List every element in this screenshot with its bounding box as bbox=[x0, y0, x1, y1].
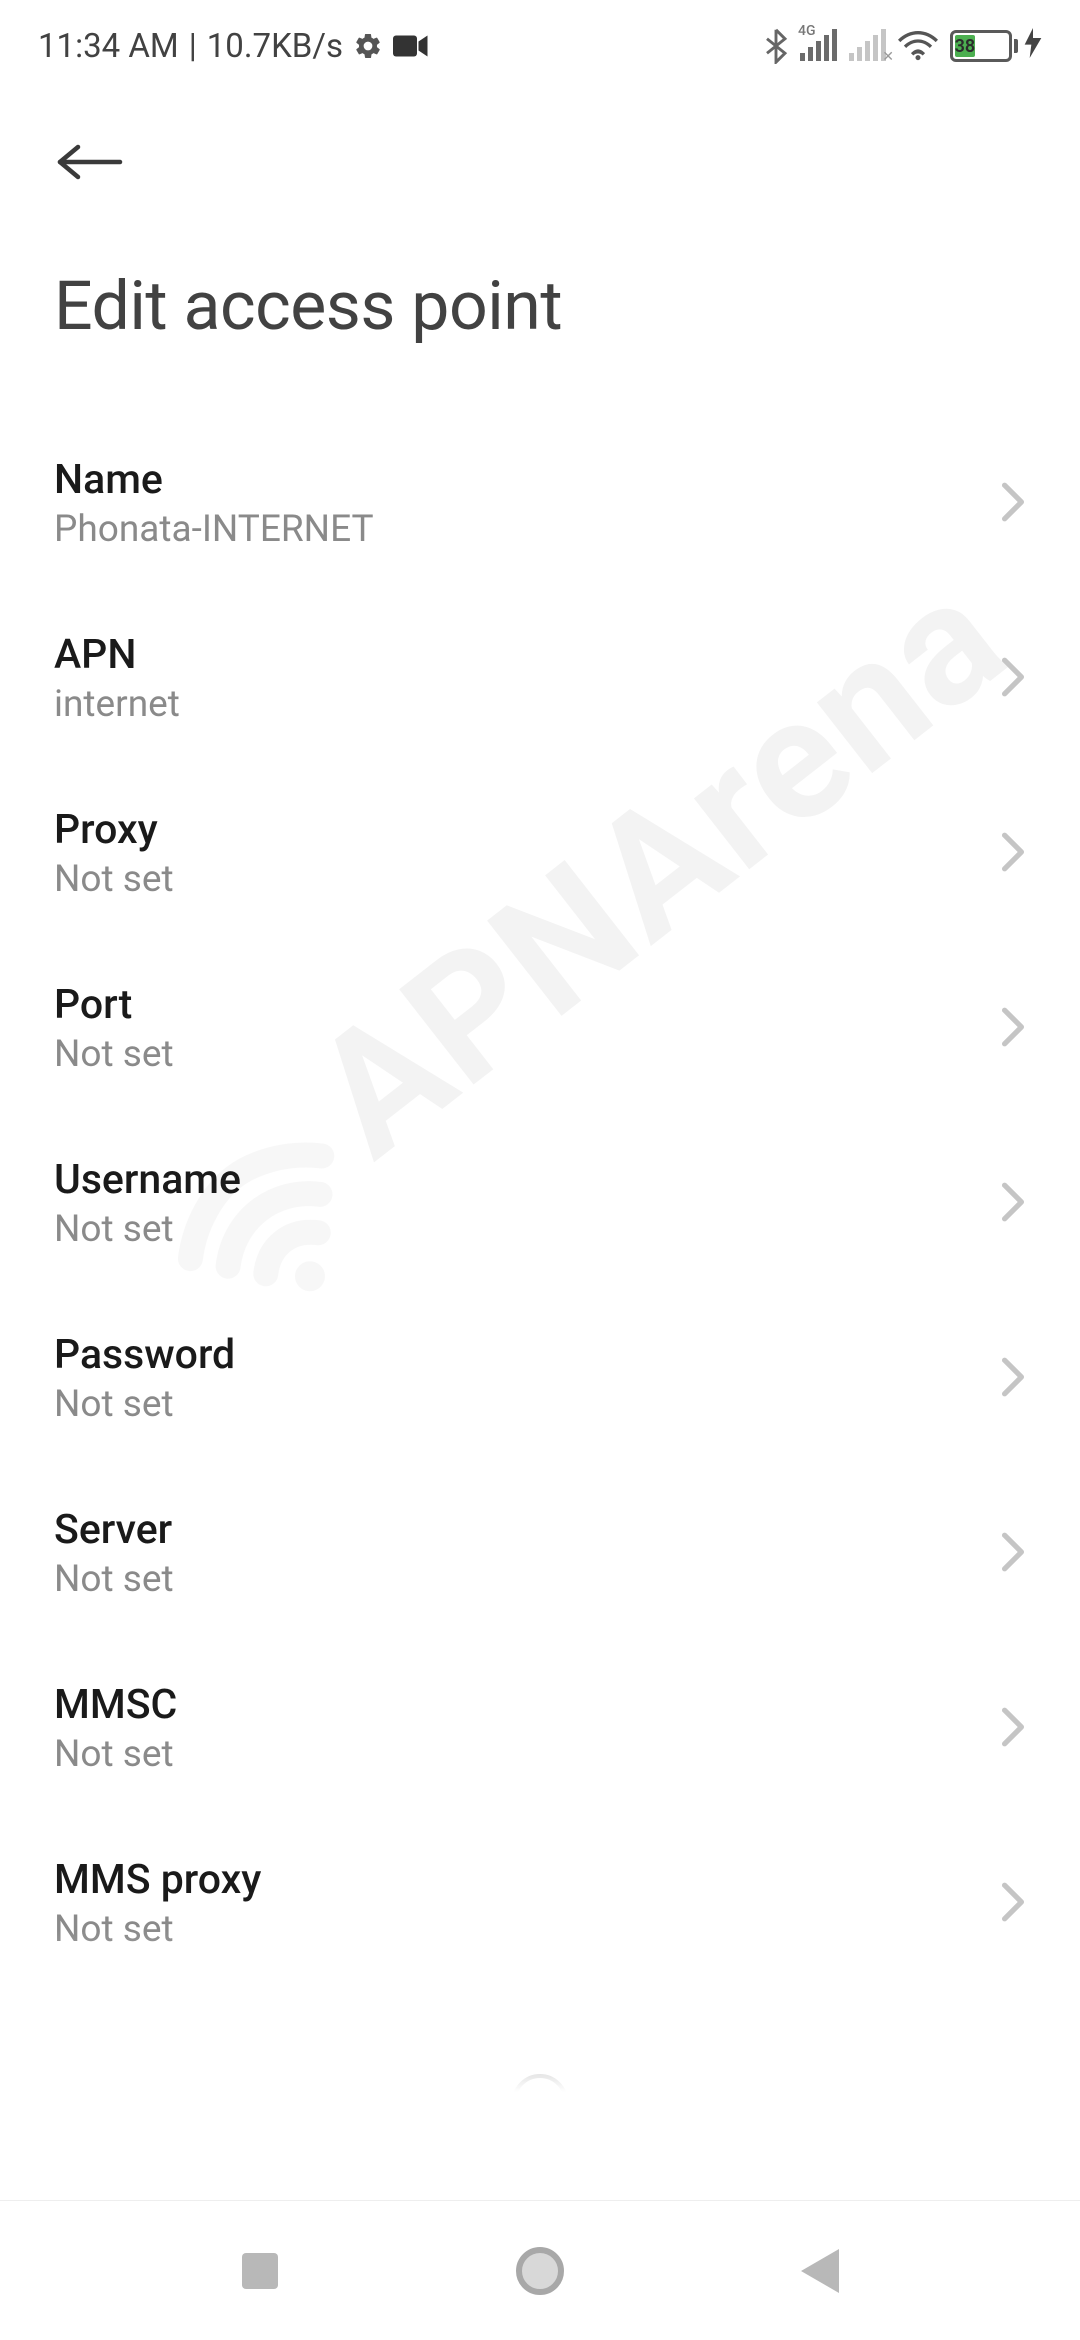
setting-label: Username bbox=[54, 1156, 241, 1204]
setting-item-name[interactable]: Name Phonata-INTERNET bbox=[54, 416, 1026, 591]
setting-label: Password bbox=[54, 1331, 235, 1379]
nav-home-button[interactable] bbox=[505, 2236, 575, 2306]
setting-label: APN bbox=[54, 631, 180, 679]
gear-icon bbox=[353, 31, 383, 61]
setting-value: Not set bbox=[54, 1208, 241, 1251]
setting-value: Phonata-INTERNET bbox=[54, 508, 374, 551]
setting-item-mmsc[interactable]: MMSC Not set bbox=[54, 1641, 1026, 1816]
chevron-right-icon bbox=[1000, 1356, 1026, 1402]
status-left: 11:34 AM | 10.7KB/s bbox=[38, 27, 429, 66]
chevron-right-icon bbox=[1000, 1006, 1026, 1052]
chevron-right-icon bbox=[1000, 1531, 1026, 1577]
settings-list: Name Phonata-INTERNET APN internet Proxy… bbox=[0, 346, 1080, 1991]
more-button[interactable]: More bbox=[0, 2054, 1080, 2175]
signal-sim2-icon: ✕ bbox=[849, 31, 886, 61]
setting-label: MMS proxy bbox=[54, 1856, 261, 1904]
setting-value: Not set bbox=[54, 1733, 177, 1776]
setting-label: MMSC bbox=[54, 1681, 177, 1729]
setting-item-password[interactable]: Password Not set bbox=[54, 1291, 1026, 1466]
setting-item-mms-proxy[interactable]: MMS proxy Not set bbox=[54, 1816, 1026, 1991]
setting-value: internet bbox=[54, 683, 180, 726]
setting-label: Name bbox=[54, 456, 374, 504]
setting-item-apn[interactable]: APN internet bbox=[54, 591, 1026, 766]
square-icon bbox=[242, 2253, 278, 2289]
chevron-right-icon bbox=[1000, 1706, 1026, 1752]
chevron-right-icon bbox=[1000, 656, 1026, 702]
wifi-icon bbox=[898, 30, 938, 62]
status-bar: 11:34 AM | 10.7KB/s 4G ✕ bbox=[0, 0, 1080, 82]
chevron-right-icon bbox=[1000, 1181, 1026, 1227]
back-button[interactable] bbox=[54, 122, 134, 202]
chevron-right-icon bbox=[1000, 831, 1026, 877]
setting-item-username[interactable]: Username Not set bbox=[54, 1116, 1026, 1291]
status-time: 11:34 AM bbox=[38, 27, 179, 66]
more-icon bbox=[512, 2074, 568, 2130]
setting-value: Not set bbox=[54, 1908, 261, 1951]
triangle-left-icon bbox=[801, 2249, 839, 2293]
page-title: Edit access point bbox=[54, 266, 1026, 346]
charging-icon bbox=[1024, 28, 1042, 65]
chevron-right-icon bbox=[1000, 481, 1026, 527]
bluetooth-icon bbox=[764, 28, 788, 64]
setting-value: Not set bbox=[54, 1383, 235, 1426]
status-right: 4G ✕ 38 bbox=[764, 28, 1042, 65]
setting-label: Proxy bbox=[54, 806, 174, 854]
chevron-right-icon bbox=[1000, 1881, 1026, 1927]
arrow-left-icon bbox=[54, 138, 126, 186]
camera-icon bbox=[393, 33, 429, 59]
setting-label: Port bbox=[54, 981, 174, 1029]
setting-item-port[interactable]: Port Not set bbox=[54, 941, 1026, 1116]
more-label: More bbox=[505, 2140, 574, 2175]
battery-icon: 38 bbox=[950, 28, 1042, 65]
network-type-label: 4G bbox=[798, 23, 816, 39]
signal-sim1-icon: 4G bbox=[800, 31, 837, 61]
setting-label: Server bbox=[54, 1506, 174, 1554]
circle-icon bbox=[516, 2247, 564, 2295]
status-net-speed: 10.7KB/s bbox=[207, 27, 343, 66]
setting-item-proxy[interactable]: Proxy Not set bbox=[54, 766, 1026, 941]
nav-back-button[interactable] bbox=[785, 2236, 855, 2306]
setting-value: Not set bbox=[54, 1558, 174, 1601]
navigation-bar bbox=[0, 2200, 1080, 2340]
setting-value: Not set bbox=[54, 858, 174, 901]
nav-recents-button[interactable] bbox=[225, 2236, 295, 2306]
setting-item-server[interactable]: Server Not set bbox=[54, 1466, 1026, 1641]
setting-value: Not set bbox=[54, 1033, 174, 1076]
